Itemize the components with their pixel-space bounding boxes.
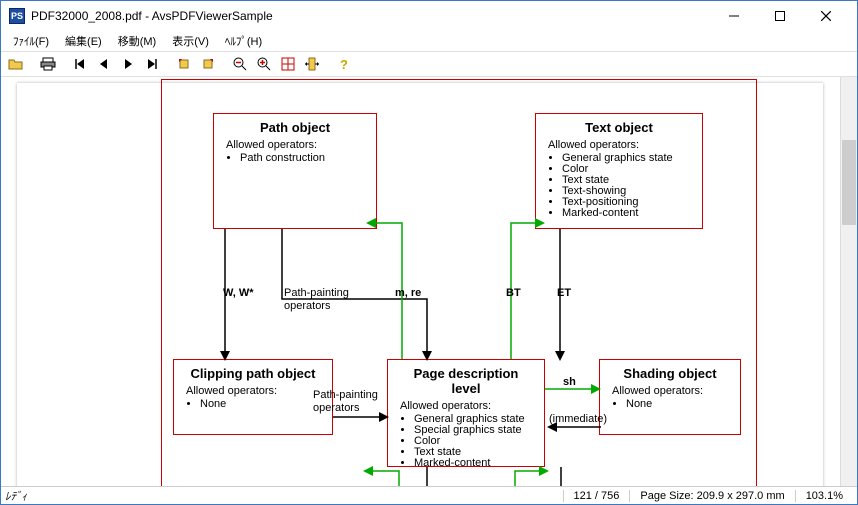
status-page: 121 / 756 bbox=[563, 490, 630, 502]
next-page-button[interactable] bbox=[117, 53, 139, 75]
box-title: Path object bbox=[226, 120, 364, 135]
list-item: Marked-content bbox=[562, 207, 690, 219]
menu-bar: ﾌｧｲﾙ(F) 編集(E) 移動(M) 表示(V) ﾍﾙﾌﾟ(H) bbox=[1, 31, 857, 51]
box-title: Text object bbox=[548, 120, 690, 135]
label-sh: sh bbox=[563, 376, 576, 389]
list-item: None bbox=[200, 398, 320, 410]
label-et: ET bbox=[557, 287, 571, 300]
box-sub: Allowed operators: bbox=[612, 385, 728, 397]
content-area: Path object Allowed operators: Path cons… bbox=[1, 77, 857, 486]
pdf-page: Path object Allowed operators: Path cons… bbox=[17, 83, 823, 486]
status-ready: ﾚﾃﾞｨ bbox=[5, 488, 27, 504]
window-title: PDF32000_2008.pdf - AvsPDFViewerSample bbox=[31, 9, 711, 23]
zoom-out-button[interactable] bbox=[229, 53, 251, 75]
minimize-button[interactable] bbox=[711, 2, 757, 30]
status-bar: ﾚﾃﾞｨ 121 / 756 Page Size: 209.9 x 297.0 … bbox=[1, 486, 857, 504]
fit-width-button[interactable] bbox=[301, 53, 323, 75]
label-bt: BT bbox=[506, 287, 521, 300]
last-page-button[interactable] bbox=[141, 53, 163, 75]
close-button[interactable] bbox=[803, 2, 849, 30]
box-pagedesc: Page description level Allowed operators… bbox=[387, 359, 545, 467]
box-text-object: Text object Allowed operators: General g… bbox=[535, 113, 703, 229]
menu-move[interactable]: 移動(M) bbox=[110, 31, 165, 51]
print-button[interactable] bbox=[37, 53, 59, 75]
arrow-partial-down2 bbox=[551, 467, 571, 486]
arrow-partial-left bbox=[363, 463, 407, 486]
open-button[interactable] bbox=[5, 53, 27, 75]
label-pathpaint2b: operators bbox=[313, 402, 359, 415]
arrow-partial-right bbox=[507, 463, 551, 486]
document-viewport[interactable]: Path object Allowed operators: Path cons… bbox=[1, 77, 840, 486]
box-path-object: Path object Allowed operators: Path cons… bbox=[213, 113, 377, 229]
box-title: Clipping path object bbox=[186, 366, 320, 381]
scrollbar-thumb[interactable] bbox=[842, 140, 856, 225]
rotate-right-button[interactable] bbox=[197, 53, 219, 75]
prev-page-button[interactable] bbox=[93, 53, 115, 75]
first-page-button[interactable] bbox=[69, 53, 91, 75]
toolbar: ? bbox=[1, 51, 857, 77]
svg-text:?: ? bbox=[340, 57, 348, 72]
box-title: Shading object bbox=[612, 366, 728, 381]
label-ww: W, W* bbox=[223, 287, 254, 300]
fit-page-button[interactable] bbox=[277, 53, 299, 75]
status-zoom: 103.1% bbox=[795, 490, 853, 502]
menu-help[interactable]: ﾍﾙﾌﾟ(H) bbox=[217, 31, 270, 51]
status-pagesize: Page Size: 209.9 x 297.0 mm bbox=[629, 490, 794, 502]
label-pathpaint2: Path-painting bbox=[313, 389, 378, 402]
vertical-scrollbar[interactable] bbox=[840, 77, 857, 486]
box-sub: Allowed operators: bbox=[548, 139, 690, 151]
menu-file[interactable]: ﾌｧｲﾙ(F) bbox=[5, 31, 57, 51]
arrow-partial-down1 bbox=[417, 467, 437, 486]
label-mre: m, re bbox=[395, 287, 421, 300]
zoom-in-button[interactable] bbox=[253, 53, 275, 75]
box-sub: Allowed operators: bbox=[400, 400, 532, 412]
box-sub: Allowed operators: bbox=[226, 139, 364, 151]
maximize-button[interactable] bbox=[757, 2, 803, 30]
box-sub: Allowed operators: bbox=[186, 385, 320, 397]
box-title: Page description level bbox=[400, 366, 532, 396]
label-pathpaint1b: operators bbox=[284, 300, 330, 313]
list-item: None bbox=[626, 398, 728, 410]
rotate-left-button[interactable] bbox=[173, 53, 195, 75]
menu-view[interactable]: 表示(V) bbox=[164, 31, 217, 51]
help-button[interactable]: ? bbox=[333, 53, 355, 75]
box-clipping: Clipping path object Allowed operators: … bbox=[173, 359, 333, 435]
box-shading: Shading object Allowed operators: None bbox=[599, 359, 741, 435]
app-icon: PS bbox=[9, 8, 25, 24]
title-bar: PS PDF32000_2008.pdf - AvsPDFViewerSampl… bbox=[1, 1, 857, 31]
list-item: Path construction bbox=[240, 152, 364, 164]
label-immediate: (immediate) bbox=[549, 413, 607, 426]
menu-edit[interactable]: 編集(E) bbox=[57, 31, 110, 51]
label-pathpaint1: Path-painting bbox=[284, 287, 349, 300]
